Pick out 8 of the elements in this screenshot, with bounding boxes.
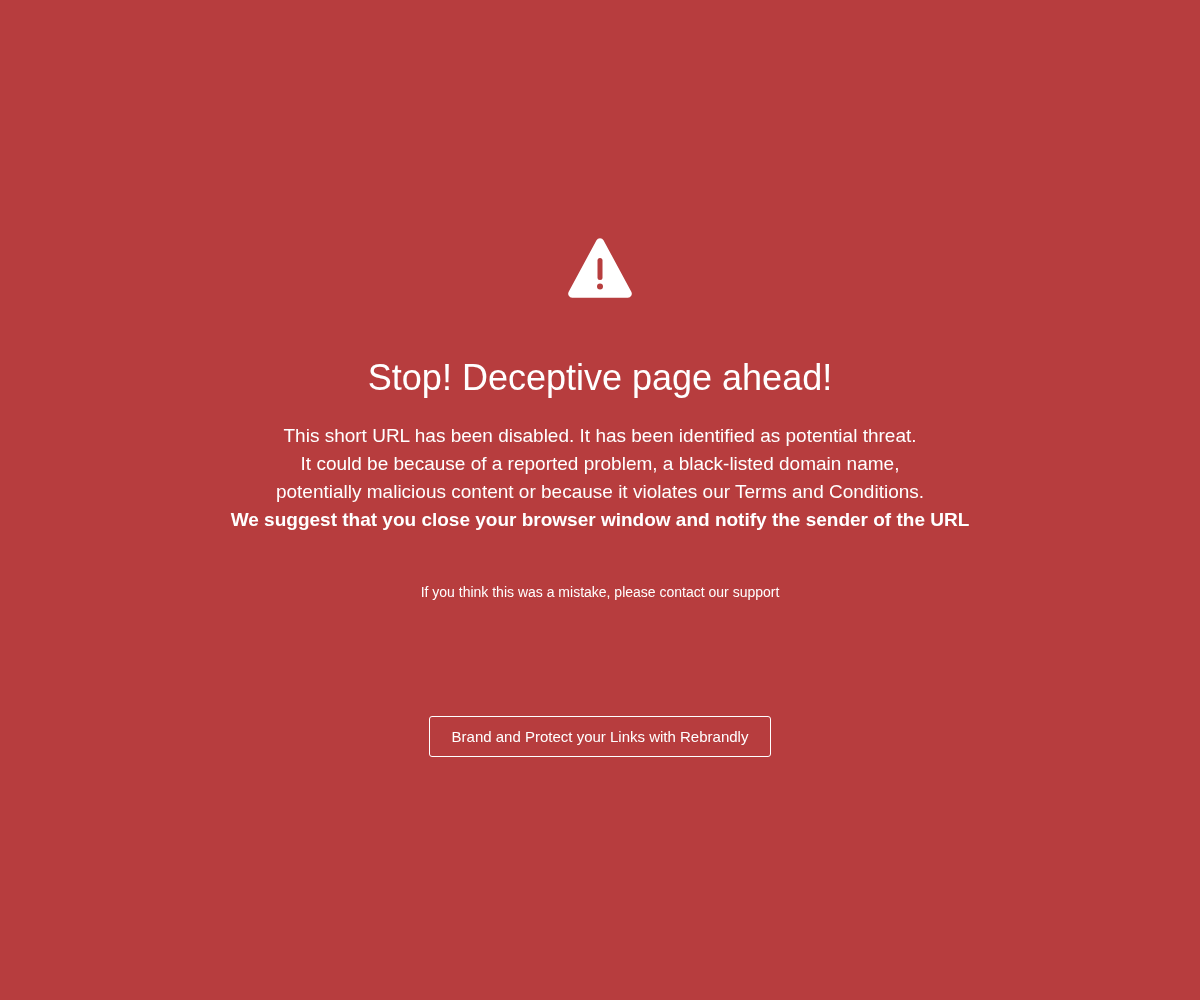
page-title: Stop! Deceptive page ahead! (367, 356, 833, 400)
message-line: This short URL has been disabled. It has been identified as potential threat. (283, 424, 917, 448)
warning-text: We suggest that you close your browser window and notify the sender of the URL (230, 508, 970, 532)
warning-icon (568, 238, 632, 298)
message-line: It could be because of a reported problem, a black-listed domain name, (300, 452, 900, 476)
rebrandly-button[interactable]: Brand and Protect your Links with Rebrandly (428, 716, 772, 757)
contact-text: If you think this was a mistake, please contact our support (420, 583, 780, 602)
message-line: potentially malicious content or because it violates our Terms and Conditions. (275, 480, 925, 504)
